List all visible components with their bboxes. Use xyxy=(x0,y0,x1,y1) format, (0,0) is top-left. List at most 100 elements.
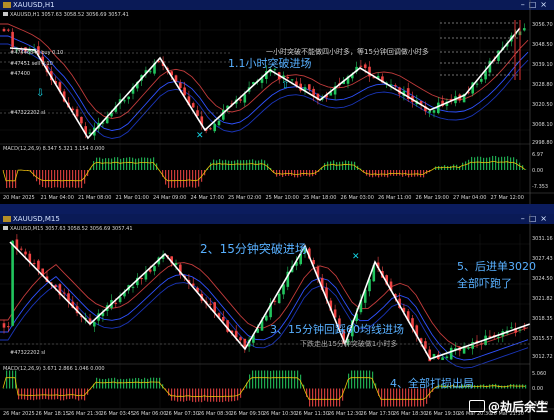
macd-bar xyxy=(342,161,344,170)
macd-bar xyxy=(237,159,239,170)
macd-bar xyxy=(48,170,50,188)
candle-body xyxy=(428,110,431,113)
candle-body xyxy=(2,28,6,32)
candle-body xyxy=(277,293,281,304)
h1-zigzag-line xyxy=(9,27,521,140)
macd-bar xyxy=(213,159,215,170)
macd-bar xyxy=(189,388,191,401)
macd-bar xyxy=(315,388,317,407)
time-tick: 26 Mar 2025 xyxy=(3,411,35,417)
macd-bar xyxy=(108,378,110,389)
macd-bar xyxy=(147,378,149,389)
macd-bar xyxy=(12,370,14,389)
time-tick: 26 Mar 17:30 xyxy=(360,411,394,417)
time-tick: 26 Mar 07:30 xyxy=(165,411,199,417)
candle-body xyxy=(523,28,526,31)
macd-bar xyxy=(219,159,221,170)
macd-bar xyxy=(114,157,116,170)
macd-bar xyxy=(210,388,212,402)
macd-bar xyxy=(294,370,296,389)
macd-bar xyxy=(330,161,332,170)
macd-bar xyxy=(129,378,131,389)
macd-bar xyxy=(69,388,71,400)
time-tick: 27 Mar 04:00 xyxy=(453,195,487,201)
macd-bar xyxy=(72,388,74,399)
macd-bar xyxy=(318,388,320,407)
candle-body xyxy=(437,102,440,114)
macd-bar xyxy=(279,170,281,176)
macd-bar xyxy=(261,159,263,170)
price-tick: 3018.35 xyxy=(532,316,553,322)
macd-bar xyxy=(396,388,398,407)
candle-body xyxy=(363,64,367,69)
candle-body xyxy=(7,29,10,31)
h1-chart-canvas[interactable]: ⇩ ⇧ ✕ xyxy=(0,0,554,204)
macd-bar xyxy=(360,370,362,389)
macd-bar xyxy=(357,370,359,389)
macd-bar xyxy=(348,373,350,389)
candle-body xyxy=(449,347,453,360)
macd-bar xyxy=(114,377,116,389)
macd-bar xyxy=(120,158,122,170)
macd-bar xyxy=(165,170,167,185)
macd-bar xyxy=(24,388,26,400)
macd-bar xyxy=(189,170,191,187)
time-tick: 26 Mar 06:00 xyxy=(133,411,167,417)
macd-bar xyxy=(375,170,377,177)
macd-bar xyxy=(408,170,410,178)
price-tick: 3048.50 xyxy=(532,42,553,48)
macd-bar xyxy=(117,379,119,389)
macd-bar xyxy=(222,388,224,403)
macd-bar xyxy=(231,388,233,402)
macd-bar xyxy=(99,378,101,389)
macd-bar xyxy=(192,388,194,402)
macd-bar xyxy=(294,170,296,178)
candle-body xyxy=(441,357,444,361)
macd-bar xyxy=(384,388,386,407)
macd-bar xyxy=(81,388,83,400)
time-tick: 24 Mar 17:00 xyxy=(190,195,224,201)
annotation-scared-off: 全部吓跑了 xyxy=(457,277,512,290)
macd-bar xyxy=(288,170,290,176)
annotation-15m-breakout: 2、15分钟突破进场 xyxy=(200,242,307,256)
macd-bar xyxy=(138,158,140,170)
h1-chart-window[interactable]: XAUUSD,H1 –□× XAUUSD,H1 3057.63 3058.52 … xyxy=(0,0,554,204)
macd-bar xyxy=(393,170,395,176)
macd-bar xyxy=(510,383,512,389)
order-label: #47446846 buy 0.10 xyxy=(10,50,64,56)
macd-bar xyxy=(330,388,332,407)
macd-bar xyxy=(327,388,329,407)
candle-body xyxy=(312,88,315,96)
macd-bar xyxy=(168,170,170,188)
macd-bar xyxy=(258,370,260,389)
macd-bar xyxy=(69,170,71,188)
macd-bar xyxy=(351,370,353,389)
price-tick: 3024.50 xyxy=(532,276,553,282)
macd-bar xyxy=(450,165,452,170)
macd-bar xyxy=(135,158,137,170)
macd-bar xyxy=(288,370,290,389)
macd-bar xyxy=(369,170,371,177)
macd-bar xyxy=(93,161,95,170)
macd-bar xyxy=(228,160,230,170)
candle-body xyxy=(179,82,182,89)
macd-bar xyxy=(324,388,326,407)
macd-bar xyxy=(381,388,383,407)
candle-body xyxy=(518,329,522,331)
macd-bar xyxy=(249,159,251,170)
macd-bar xyxy=(216,160,218,170)
price-tick: 3008.10 xyxy=(532,122,553,128)
candle-body xyxy=(127,96,130,100)
macd-bar xyxy=(231,160,233,170)
macd-bar xyxy=(252,370,254,389)
macd-bar xyxy=(297,170,299,178)
ma-line-1 xyxy=(0,262,529,349)
time-tick: 27 Mar 12:00 xyxy=(490,195,524,201)
macd-bar xyxy=(378,170,380,178)
candle-body xyxy=(394,85,397,87)
macd-bar xyxy=(390,170,392,176)
macd-bar xyxy=(504,156,506,170)
m15-chart-window[interactable]: XAUUSD,M15 –□× XAUUSD,M15 3057.63 3058.5… xyxy=(0,214,554,420)
macd-bar xyxy=(414,388,416,407)
price-tick: 3012.72 xyxy=(532,354,553,360)
